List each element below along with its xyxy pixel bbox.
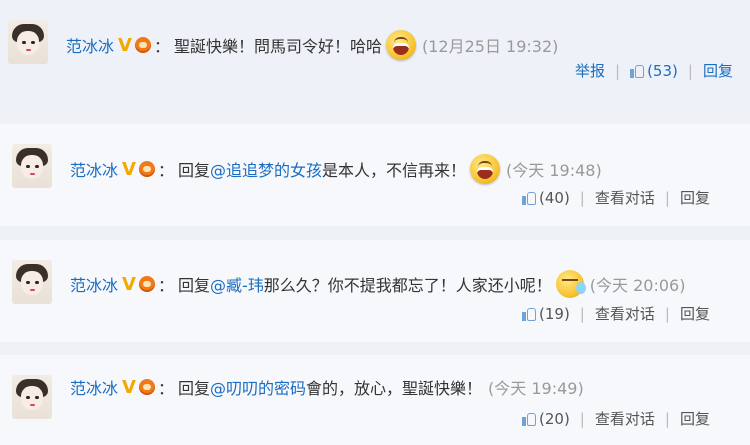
timestamp: (今天 20:06) — [589, 276, 686, 295]
divider: | — [579, 409, 585, 428]
avatar[interactable] — [12, 144, 52, 188]
reply-prefix: 回复 — [177, 161, 210, 180]
divider: | — [579, 188, 585, 207]
reply-prefix: 回复 — [177, 379, 210, 398]
username-link[interactable]: 范冰冰 — [70, 157, 118, 181]
verified-v-icon: V — [122, 376, 136, 398]
reply-button[interactable]: 回复 — [680, 408, 710, 429]
comment-text: 那么久？你不提我都忘了！人家还小呢！ — [263, 276, 552, 295]
report-button[interactable]: 举报 — [575, 60, 605, 81]
username-link[interactable]: 范冰冰 — [66, 33, 114, 57]
like-count[interactable]: (40) — [539, 189, 570, 207]
thumbs-up-icon[interactable] — [522, 411, 537, 426]
separator — [0, 342, 750, 355]
like-count[interactable]: (19) — [539, 305, 570, 323]
divider: | — [687, 61, 693, 80]
colon: ： — [153, 37, 170, 56]
view-dialog-button[interactable]: 查看对话 — [595, 408, 655, 429]
action-bar: (40) | 查看对话 | 回复 — [522, 187, 710, 208]
verified-v-icon: V — [122, 158, 136, 180]
comment-line: 范冰冰 V ： 回复 @叨叨的密码 會的，放心，聖誕快樂！ (今天 19:49) — [70, 375, 584, 399]
thumbs-up-icon[interactable] — [630, 63, 645, 78]
comment-line: 范冰冰 V ： 回复 @追追梦的女孩 是本人，不信再来！ (今天 19:48) — [70, 154, 602, 184]
avatar[interactable] — [12, 260, 52, 304]
reply-button[interactable]: 回复 — [703, 60, 733, 81]
colon: ： — [157, 161, 174, 180]
thumbs-up-icon[interactable] — [522, 190, 537, 205]
comment-item: 范冰冰 V ： 回复 @追追梦的女孩 是本人，不信再来！ (今天 19:48) … — [0, 124, 750, 226]
medal-icon — [138, 161, 155, 177]
avatar[interactable] — [12, 375, 52, 419]
sleepy-emoji-icon — [555, 270, 586, 298]
medal-icon — [138, 379, 155, 395]
separator — [0, 110, 750, 124]
comment-line: 范冰冰 V ： 聖誕快樂！問馬司令好！哈哈 (12月25日 19:32) — [66, 30, 558, 60]
timestamp: (今天 19:48) — [506, 161, 602, 180]
comment-text: 聖誕快樂！問馬司令好！哈哈 — [173, 37, 382, 56]
divider: | — [579, 304, 585, 323]
verified-v-icon: V — [118, 34, 132, 56]
view-dialog-button[interactable]: 查看对话 — [595, 303, 655, 324]
medal-icon — [134, 37, 151, 53]
comment-item: 范冰冰 V ： 聖誕快樂！問馬司令好！哈哈 (12月25日 19:32) 举报 … — [0, 0, 750, 110]
action-bar: (19) | 查看对话 | 回复 — [522, 303, 710, 324]
comment-text: 是本人，不信再来！ — [322, 161, 467, 180]
username-link[interactable]: 范冰冰 — [70, 272, 118, 296]
avatar[interactable] — [8, 20, 48, 64]
verified-v-icon: V — [122, 273, 136, 295]
laugh-emoji-icon — [470, 154, 501, 184]
comment-text: 會的，放心，聖誕快樂！ — [306, 379, 483, 398]
view-dialog-button[interactable]: 查看对话 — [595, 187, 655, 208]
username-link[interactable]: 范冰冰 — [70, 375, 118, 399]
action-bar: (20) | 查看对话 | 回复 — [522, 408, 710, 429]
divider: | — [615, 61, 621, 80]
mention-link[interactable]: @臧-玮 — [210, 272, 264, 296]
divider: | — [664, 304, 670, 323]
divider: | — [664, 188, 670, 207]
reply-prefix: 回复 — [177, 276, 210, 295]
mention-link[interactable]: @追追梦的女孩 — [210, 157, 322, 181]
like-count[interactable]: (20) — [539, 410, 570, 428]
divider: | — [664, 409, 670, 428]
colon: ： — [157, 379, 174, 398]
mention-link[interactable]: @叨叨的密码 — [210, 375, 306, 399]
action-bar: 举报 | (53) | 回复 — [575, 60, 733, 81]
thumbs-up-icon[interactable] — [522, 306, 537, 321]
reply-button[interactable]: 回复 — [680, 187, 710, 208]
comment-item: 范冰冰 V ： 回复 @臧-玮 那么久？你不提我都忘了！人家还小呢！ (今天 2… — [0, 240, 750, 342]
laugh-emoji-icon — [385, 30, 416, 60]
timestamp: (12月25日 19:32) — [421, 37, 559, 56]
comment-line: 范冰冰 V ： 回复 @臧-玮 那么久？你不提我都忘了！人家还小呢！ (今天 2… — [70, 270, 685, 298]
comment-item: 范冰冰 V ： 回复 @叨叨的密码 會的，放心，聖誕快樂！ (今天 19:49)… — [0, 355, 750, 445]
separator — [0, 226, 750, 240]
like-count[interactable]: (53) — [647, 62, 678, 80]
medal-icon — [138, 276, 155, 292]
timestamp: (今天 19:49) — [488, 379, 584, 398]
reply-button[interactable]: 回复 — [680, 303, 710, 324]
colon: ： — [157, 276, 174, 295]
